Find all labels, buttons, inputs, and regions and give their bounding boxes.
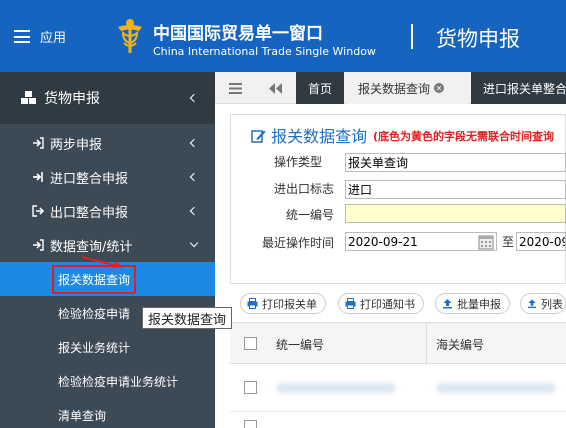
top-header: 应用 中国国际贸易单一窗口 China International Trade … bbox=[0, 0, 566, 72]
select-all-checkbox[interactable] bbox=[244, 337, 257, 350]
field-label-unified-number: 统一编号 bbox=[286, 208, 335, 222]
panel-title: 报关数据查询 bbox=[251, 123, 367, 147]
customs-emblem-icon bbox=[118, 19, 142, 53]
edit-icon bbox=[251, 130, 266, 143]
sidebar: 货物申报 两步申报 进口整合申报 出口整合申报 数据查询/统计 报关数据查询 检… bbox=[0, 72, 215, 428]
sidebar-item-label: 出口整合申报 bbox=[50, 205, 129, 221]
column-divider bbox=[426, 323, 427, 365]
tab-label: 进口报关单整合 bbox=[483, 81, 566, 96]
calendar-icon[interactable] bbox=[478, 234, 494, 250]
annotation-arrow-icon bbox=[81, 256, 123, 268]
list-button[interactable]: 列表 bbox=[520, 293, 566, 314]
app-menu-button[interactable]: 应用 bbox=[14, 27, 66, 46]
print-icon bbox=[345, 298, 356, 309]
blurred-cell bbox=[276, 383, 396, 393]
tab-scroll-left-button[interactable] bbox=[255, 72, 295, 104]
print-icon bbox=[247, 298, 258, 309]
upload-icon bbox=[443, 299, 452, 309]
unified-number-input[interactable] bbox=[345, 204, 566, 223]
chevron-left-icon bbox=[189, 138, 199, 148]
tab-label: 首页 bbox=[308, 81, 333, 96]
cubes-icon bbox=[21, 91, 36, 104]
sign-in-icon bbox=[33, 137, 44, 149]
table-row[interactable] bbox=[230, 412, 566, 428]
sidebar-subitem-customs-stats[interactable]: 报关业务统计 bbox=[0, 330, 215, 364]
range-separator: 至 bbox=[502, 235, 515, 249]
header-divider bbox=[411, 24, 413, 49]
table-header: 统一编号 海关编号 bbox=[230, 322, 566, 365]
page-title: 货物申报 bbox=[436, 27, 520, 51]
column-header-unified-number: 统一编号 bbox=[276, 338, 325, 352]
sidebar-item-two-step[interactable]: 两步申报 bbox=[0, 126, 215, 160]
double-chevron-left-icon bbox=[269, 82, 282, 94]
chevron-down-icon bbox=[189, 238, 199, 248]
tab-label: 报关数据查询 bbox=[358, 81, 431, 96]
tab-customs-query[interactable]: 报关数据查询 ✕ bbox=[346, 72, 468, 104]
sidebar-subitem-label: 检验检疫申请 bbox=[58, 306, 131, 321]
field-label-ie-flag: 进出口标志 bbox=[274, 182, 335, 196]
chevron-left-icon bbox=[189, 93, 199, 103]
sidebar-item-import[interactable]: 进口整合申报 bbox=[0, 160, 215, 194]
sidebar-subitem-label: 报关数据查询 bbox=[51, 264, 137, 294]
ie-flag-select[interactable]: 进口 bbox=[345, 180, 566, 199]
table-row[interactable] bbox=[230, 364, 566, 412]
sidebar-subitem-label: 报关业务统计 bbox=[58, 340, 131, 355]
tab-bar: 首页 报关数据查询 ✕ 进口报关单整合 bbox=[215, 72, 566, 104]
row-checkbox[interactable] bbox=[244, 381, 257, 394]
export-icon bbox=[32, 205, 44, 217]
tab-menu-button[interactable] bbox=[215, 72, 255, 104]
panel-note: (底色为黄色的字段无需联合时间查询 bbox=[373, 130, 555, 143]
hamburger-icon bbox=[14, 30, 30, 43]
sidebar-item-label: 进口整合申报 bbox=[50, 171, 129, 187]
print-declaration-button[interactable]: 打印报关单 bbox=[240, 293, 326, 314]
sidebar-item-label: 两步申报 bbox=[50, 137, 103, 153]
recent-time-end-input[interactable]: 2020-09 bbox=[516, 232, 566, 251]
batch-declare-button[interactable]: 批量申报 bbox=[435, 293, 510, 314]
field-label-operation-type: 操作类型 bbox=[274, 155, 323, 169]
tab-home[interactable]: 首页 bbox=[296, 72, 344, 104]
sidebar-item-export[interactable]: 出口整合申报 bbox=[0, 194, 215, 228]
upload-icon bbox=[527, 299, 537, 309]
tooltip: 报关数据查询 bbox=[142, 307, 233, 329]
list-icon bbox=[228, 82, 242, 94]
chevron-left-icon bbox=[189, 206, 199, 216]
sidebar-item-label: 数据查询/统计 bbox=[50, 239, 133, 255]
sidebar-subitem-list-query[interactable]: 清单查询 bbox=[0, 398, 215, 428]
blurred-cell bbox=[436, 383, 556, 393]
tab-import-declaration[interactable]: 进口报关单整合 bbox=[471, 72, 566, 104]
sidebar-subitem-inspection-stats[interactable]: 检验检疫申请业务统计 bbox=[0, 364, 215, 398]
recent-time-start-input[interactable]: 2020-09-21 bbox=[345, 232, 497, 251]
import-icon bbox=[33, 172, 43, 182]
sign-in-icon bbox=[33, 239, 44, 251]
operation-type-select[interactable]: 报关单查询 bbox=[345, 153, 566, 172]
chevron-left-icon bbox=[189, 172, 199, 182]
print-notice-button[interactable]: 打印通知书 bbox=[338, 293, 424, 314]
brand-title-en: China International Trade Single Window bbox=[153, 45, 376, 58]
column-header-customs-number: 海关编号 bbox=[436, 338, 485, 352]
app-menu-label: 应用 bbox=[40, 31, 67, 46]
row-checkbox[interactable] bbox=[244, 420, 257, 428]
sidebar-section-goods-declaration[interactable]: 货物申报 bbox=[0, 72, 215, 124]
sidebar-subitem-label: 清单查询 bbox=[58, 408, 107, 423]
sidebar-subitem-label: 检验检疫申请业务统计 bbox=[58, 374, 179, 389]
field-label-recent-time: 最近操作时间 bbox=[262, 236, 335, 250]
brand-title-cn: 中国国际贸易单一窗口 bbox=[153, 24, 323, 44]
query-panel: 报关数据查询 (底色为黄色的字段无需联合时间查询 bbox=[230, 114, 566, 284]
close-icon[interactable]: ✕ bbox=[434, 83, 445, 93]
sidebar-section-label: 货物申报 bbox=[44, 91, 100, 107]
